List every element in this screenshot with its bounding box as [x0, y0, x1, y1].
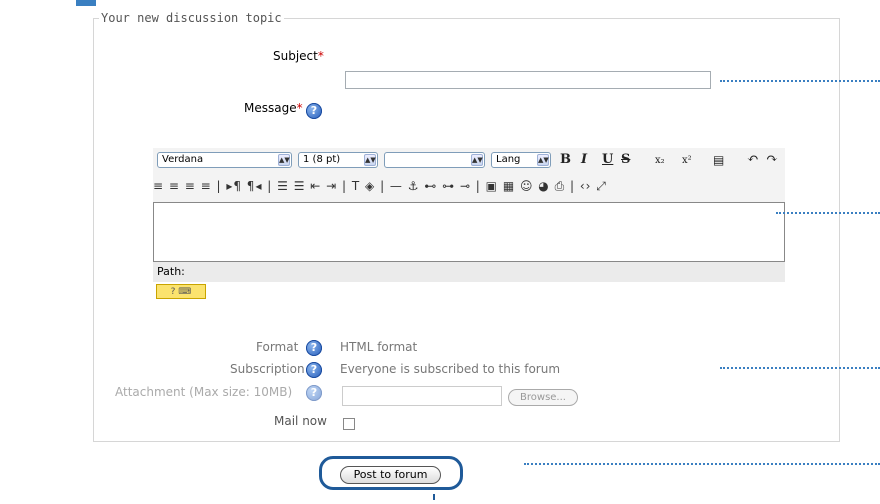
- subscription-label: Subscription: [230, 362, 305, 376]
- chevron-down-icon: ▲▼: [537, 154, 549, 166]
- font-size-select[interactable]: 1 (8 pt) ▲▼: [298, 152, 378, 168]
- format-value: HTML format: [340, 340, 418, 354]
- callout-line-submit: [524, 463, 880, 465]
- browse-button[interactable]: Browse...: [508, 389, 578, 406]
- message-editor[interactable]: [153, 202, 785, 262]
- callout-line-options: [720, 367, 880, 369]
- font-size-value: 1 (8 pt): [303, 154, 341, 165]
- format-help-icon[interactable]: ?: [306, 340, 322, 356]
- strikethrough-button[interactable]: S: [621, 152, 630, 168]
- required-marker: *: [296, 101, 303, 115]
- chevron-down-icon: ▲▼: [471, 154, 483, 166]
- message-label-row: Message*: [244, 101, 303, 115]
- undo-icon[interactable]: ↶: [747, 151, 759, 167]
- subject-label-row: Subject*: [273, 49, 324, 63]
- heading-select[interactable]: ▲▼: [384, 152, 485, 168]
- subject-label: Subject: [273, 49, 318, 63]
- toolbar-row-2-icons[interactable]: ≡ ≡ ≡ ≡ | ▸¶ ¶◂ | ☰ ☰ ⇤ ⇥ | T ◈ | — ⚓ ⊷ …: [153, 179, 607, 194]
- attachment-file-input[interactable]: [342, 386, 502, 406]
- callout-line-subject: [720, 80, 880, 82]
- message-help-icon[interactable]: ?: [306, 103, 322, 119]
- redo-icon[interactable]: ↷: [766, 151, 778, 167]
- mail-now-label: Mail now: [274, 414, 327, 428]
- lang-value: Lang: [496, 154, 521, 165]
- clean-word-icon[interactable]: ▤: [713, 152, 724, 168]
- header-accent-bar: [76, 0, 96, 6]
- superscript-button[interactable]: x²: [682, 153, 692, 169]
- callout-line-message: [776, 212, 880, 214]
- subscript-button[interactable]: x₂: [655, 153, 665, 169]
- underline-button[interactable]: U: [602, 152, 613, 168]
- format-label: Format: [256, 340, 299, 354]
- attachment-help-icon[interactable]: ?: [306, 385, 322, 401]
- post-to-forum-button[interactable]: Post to forum: [340, 466, 441, 484]
- mail-now-checkbox[interactable]: [343, 418, 355, 430]
- subscription-value: Everyone is subscribed to this forum: [340, 362, 561, 376]
- chevron-down-icon: ▲▼: [364, 154, 376, 166]
- chevron-down-icon: ▲▼: [278, 154, 290, 166]
- font-family-value: Verdana: [162, 154, 204, 165]
- fieldset-legend: Your new discussion topic: [99, 11, 284, 25]
- subject-input[interactable]: [345, 71, 711, 89]
- keyboard-icon[interactable]: ? ⌨: [156, 284, 206, 299]
- attachment-label: Attachment (Max size: 10MB): [115, 385, 293, 399]
- subscription-help-icon[interactable]: ?: [306, 362, 322, 378]
- font-family-select[interactable]: Verdana ▲▼: [157, 152, 292, 168]
- highlight-pointer: [433, 494, 435, 500]
- required-marker: *: [317, 49, 324, 63]
- bold-button[interactable]: B: [560, 152, 571, 168]
- lang-select[interactable]: Lang ▲▼: [491, 152, 551, 168]
- message-label: Message: [244, 101, 297, 115]
- italic-button[interactable]: I: [581, 152, 587, 168]
- editor-path-bar: Path:: [153, 262, 785, 282]
